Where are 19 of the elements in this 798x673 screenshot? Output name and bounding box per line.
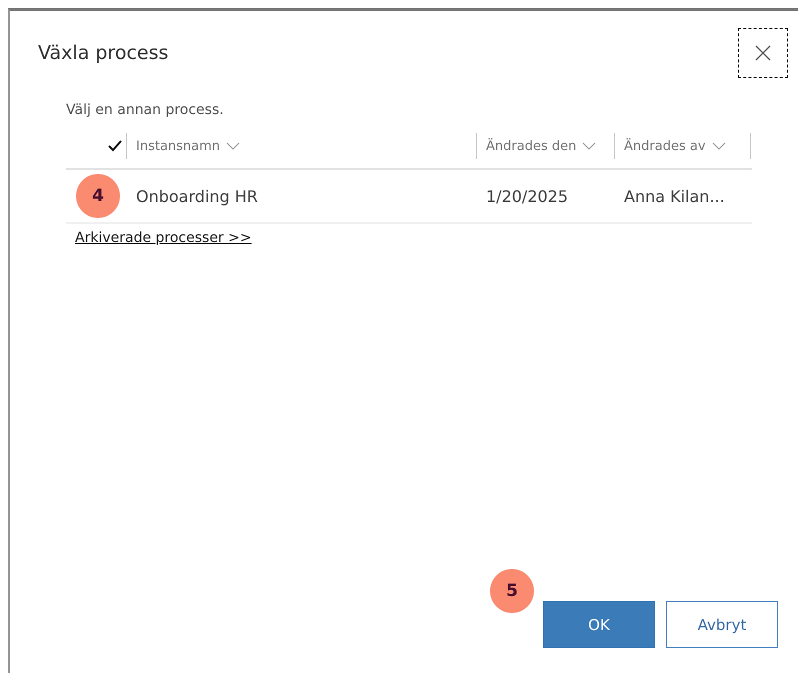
ok-button[interactable]: OK xyxy=(543,601,655,648)
chevron-down-icon xyxy=(226,142,240,150)
checkmark-icon[interactable] xyxy=(108,140,122,152)
column-header[interactable]: Ändrades av xyxy=(614,133,751,159)
chevron-down-icon xyxy=(712,142,726,150)
cancel-button[interactable]: Avbryt xyxy=(666,601,778,648)
instruction-text: Välj en annan process. xyxy=(66,102,225,118)
step-badge: 4 xyxy=(76,174,120,218)
close-button[interactable] xyxy=(738,28,788,78)
step-badge: 5 xyxy=(490,569,534,613)
chevron-down-icon xyxy=(582,142,596,150)
table-cell-text: Onboarding HR xyxy=(135,186,259,206)
table-cell-text: Anna Kilan... xyxy=(623,186,726,206)
dialog-title: Växla process xyxy=(38,42,168,64)
table-cell-text: 1/20/2025 xyxy=(485,186,570,206)
column-header[interactable]: Ändrades den xyxy=(476,133,614,159)
archived-processes-link[interactable]: Arkiverade processer >> xyxy=(75,230,252,246)
column-header[interactable]: Instansnamn xyxy=(126,133,476,159)
close-icon xyxy=(755,45,771,61)
